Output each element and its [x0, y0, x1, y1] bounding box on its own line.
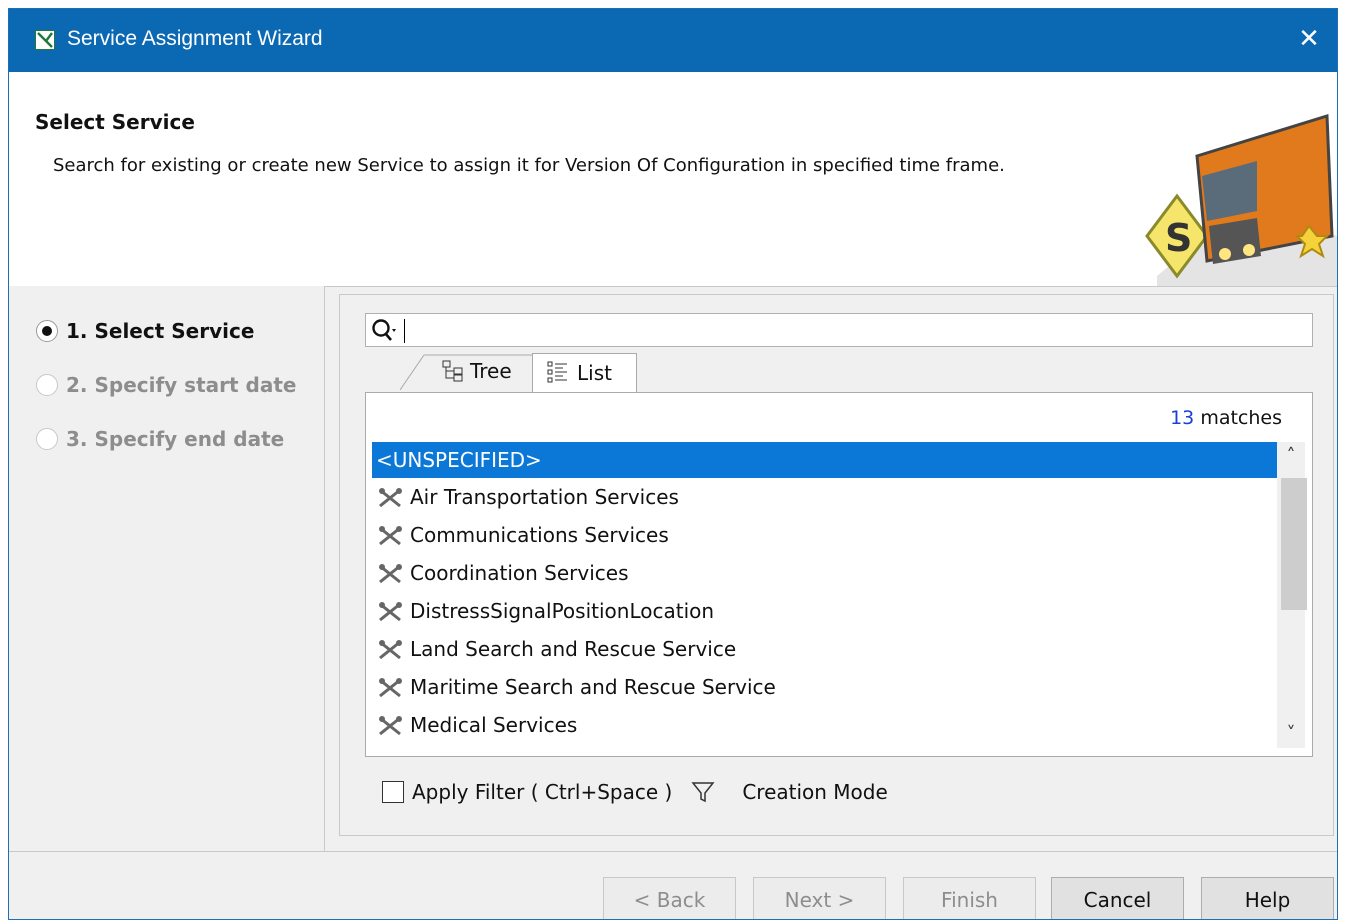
scroll-thumb[interactable]	[1281, 478, 1307, 610]
list-item[interactable]: Medical Services	[372, 706, 1278, 744]
text-caret	[404, 319, 405, 343]
service-icon	[379, 640, 402, 660]
list-icon	[547, 361, 567, 383]
search-icon[interactable]	[370, 317, 400, 343]
service-icon	[379, 716, 402, 736]
selection-panel: Tree List 13 matches <UNSPECIFIED> Air T…	[339, 294, 1334, 836]
search-input[interactable]	[365, 313, 1313, 347]
train-service-illustration: S	[1137, 86, 1337, 286]
tree-icon	[442, 360, 463, 382]
next-button[interactable]: Next >	[753, 877, 886, 919]
list-item[interactable]: Communications Services	[372, 516, 1278, 554]
service-icon	[379, 488, 402, 508]
service-icon	[379, 526, 402, 546]
app-icon	[35, 30, 55, 50]
list-item[interactable]: Coordination Services	[372, 554, 1278, 592]
close-icon[interactable]: ✕	[1291, 21, 1327, 57]
wizard-steps: 1. Select Service 2. Specify start date …	[9, 286, 325, 851]
apply-filter-label[interactable]: Apply Filter ( Ctrl+Space )	[412, 780, 672, 804]
wizard-header: Select Service Search for existing or cr…	[9, 72, 1337, 287]
list-item[interactable]: Air Transportation Services	[372, 478, 1278, 516]
step-radio	[36, 374, 58, 396]
service-icon	[379, 564, 402, 584]
tab-tree-label: Tree	[470, 359, 512, 383]
svg-text:S: S	[1165, 216, 1192, 260]
page-description: Search for existing or create new Servic…	[53, 155, 1005, 176]
step-specify-end-date: 3. Specify end date	[36, 427, 284, 451]
results-list[interactable]: <UNSPECIFIED> Air Transportation Service…	[372, 442, 1278, 748]
service-icon	[379, 602, 402, 622]
list-item[interactable]: Land Search and Rescue Service	[372, 630, 1278, 668]
chevron-up-icon[interactable]: ˄	[1277, 442, 1305, 470]
chevron-down-icon[interactable]: ˅	[1277, 720, 1305, 748]
window-title: Service Assignment Wizard	[67, 27, 323, 50]
tab-list-label: List	[577, 361, 612, 385]
tab-list[interactable]: List	[532, 353, 637, 393]
creation-mode-button[interactable]: Creation Mode	[742, 780, 887, 804]
back-button[interactable]: < Back	[603, 877, 736, 919]
step-select-service[interactable]: 1. Select Service	[36, 319, 254, 343]
page-title: Select Service	[35, 110, 195, 134]
results-area: 13 matches <UNSPECIFIED> Air Transportat…	[365, 392, 1313, 757]
list-item[interactable]: DistressSignalPositionLocation	[372, 592, 1278, 630]
results-scrollbar[interactable]: ˄ ˅	[1277, 442, 1307, 748]
step-radio[interactable]	[36, 320, 58, 342]
filter-icon[interactable]	[690, 779, 716, 805]
step-label: 1. Select Service	[66, 319, 255, 343]
step-specify-start-date: 2. Specify start date	[36, 373, 296, 397]
step-radio	[36, 428, 58, 450]
help-button[interactable]: Help	[1201, 877, 1334, 919]
list-item[interactable]: Maritime Search and Rescue Service	[372, 668, 1278, 706]
apply-filter-checkbox[interactable]	[382, 781, 404, 803]
service-icon	[379, 678, 402, 698]
filter-row: Apply Filter ( Ctrl+Space ) Creation Mod…	[382, 777, 888, 807]
step-label: 2. Specify start date	[66, 373, 297, 397]
wizard-footer: < Back Next > Finish Cancel Help	[9, 851, 1337, 919]
cancel-button[interactable]: Cancel	[1051, 877, 1184, 919]
step-label: 3. Specify end date	[66, 427, 285, 451]
match-count: 13 matches	[1170, 407, 1282, 429]
finish-button[interactable]: Finish	[903, 877, 1036, 919]
list-item[interactable]: <UNSPECIFIED>	[372, 442, 1278, 478]
wizard-window: Service Assignment Wizard ✕ Select Servi…	[8, 8, 1338, 920]
title-bar: Service Assignment Wizard ✕	[9, 9, 1337, 72]
